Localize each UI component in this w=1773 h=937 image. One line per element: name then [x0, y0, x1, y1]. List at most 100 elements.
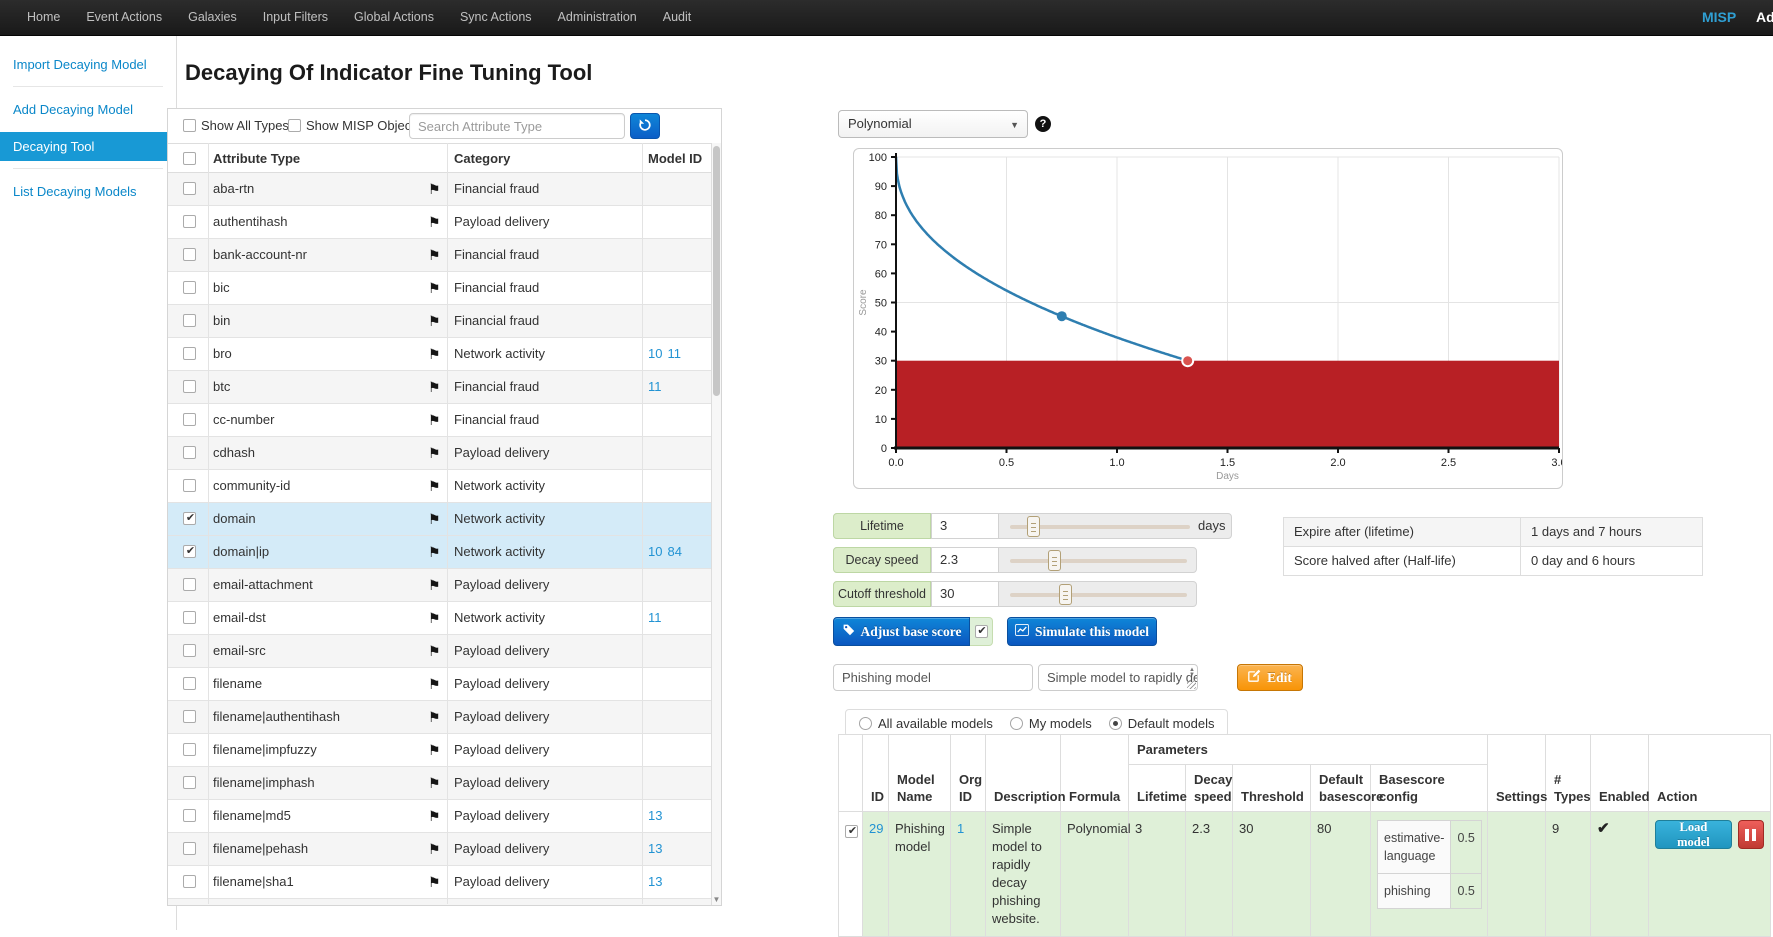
row-checkbox[interactable] [183, 875, 196, 888]
slider-track[interactable] [1010, 525, 1190, 529]
radio-option-all-available-models[interactable]: All available models [859, 716, 993, 731]
flag-icon[interactable]: ⚑ [428, 866, 441, 898]
pause-model-button[interactable] [1738, 820, 1764, 849]
row-checkbox[interactable] [183, 182, 196, 195]
flag-icon[interactable]: ⚑ [428, 404, 441, 436]
model-id-link[interactable]: 11 [648, 610, 662, 625]
flag-icon[interactable]: ⚑ [428, 602, 441, 634]
flag-icon[interactable]: ⚑ [428, 206, 441, 238]
radio-option-my-models[interactable]: My models [1010, 716, 1092, 731]
row-checkbox[interactable] [183, 413, 196, 426]
radio-icon[interactable] [1010, 717, 1023, 730]
slider-value-input[interactable]: 3 [931, 513, 999, 539]
flag-icon[interactable]: ⚑ [428, 734, 441, 766]
formula-select[interactable]: Polynomial ▼ [838, 110, 1028, 138]
sidebar-item-decaying-tool[interactable]: Decaying Tool [0, 132, 176, 161]
models-header-settings[interactable]: Settings [1488, 735, 1546, 812]
table-row[interactable]: filename|imphash ⚑ Payload delivery [168, 767, 711, 800]
flag-icon[interactable]: ⚑ [428, 668, 441, 700]
model-id-link[interactable]: 10 [648, 544, 662, 559]
flag-icon[interactable]: ⚑ [428, 833, 441, 865]
flag-icon[interactable]: ⚑ [428, 569, 441, 601]
models-header-decay-speed[interactable]: Decay speed [1186, 765, 1233, 812]
flag-icon[interactable]: ⚑ [428, 173, 441, 205]
table-row[interactable]: aba-rtn ⚑ Financial fraud [168, 173, 711, 206]
model-id-link[interactable]: 13 [648, 874, 662, 889]
nav-item-audit[interactable]: Audit [650, 0, 705, 34]
decay-chart-svg[interactable]: 01020304050607080901000.00.51.01.52.02.5… [854, 149, 1562, 488]
select-all-checkbox[interactable] [183, 152, 196, 165]
flag-icon[interactable]: ⚑ [428, 371, 441, 403]
model-id-link[interactable]: 10 [648, 346, 662, 361]
table-row[interactable]: domain|ip ⚑ Network activity 1084 [168, 536, 711, 569]
radio-icon[interactable] [1109, 717, 1122, 730]
row-checkbox[interactable] [183, 314, 196, 327]
table-row[interactable]: filename|pehash ⚑ Payload delivery 13 [168, 833, 711, 866]
model-id-link[interactable]: 13 [648, 841, 662, 856]
models-header-name[interactable]: Model Name [889, 735, 951, 812]
table-row[interactable]: filename|md5 ⚑ Payload delivery 13 [168, 800, 711, 833]
adjust-base-score-checkbox[interactable] [975, 625, 988, 638]
models-header-formula[interactable]: Formula [1061, 735, 1129, 812]
row-checkbox[interactable] [183, 281, 196, 294]
flag-icon[interactable]: ⚑ [428, 635, 441, 667]
flag-icon[interactable]: ⚑ [428, 701, 441, 733]
models-header-description[interactable]: Description [986, 735, 1061, 812]
flag-icon[interactable]: ⚑ [428, 800, 441, 832]
model-row-checkbox[interactable] [845, 825, 858, 838]
row-checkbox[interactable] [183, 710, 196, 723]
misp-logo[interactable]: MISP [1702, 9, 1736, 25]
table-row[interactable]: authentihash ⚑ Payload delivery [168, 206, 711, 239]
flag-icon[interactable]: ⚑ [428, 305, 441, 337]
table-row[interactable]: bank-account-nr ⚑ Financial fraud [168, 239, 711, 272]
row-checkbox[interactable] [183, 611, 196, 624]
row-checkbox[interactable] [183, 347, 196, 360]
models-header-default-basescore[interactable]: Default basescore [1311, 765, 1371, 812]
row-checkbox[interactable] [183, 677, 196, 690]
nav-user-menu[interactable]: Admin [1756, 9, 1773, 25]
row-checkbox[interactable] [183, 842, 196, 855]
model-id-link[interactable]: 11 [667, 346, 681, 361]
slider-handle[interactable] [1059, 584, 1072, 605]
table-row[interactable]: bro ⚑ Network activity 1011 [168, 338, 711, 371]
scrollbar-thumb[interactable] [713, 146, 720, 396]
column-header-category[interactable]: Category [454, 151, 510, 166]
models-header-enabled[interactable]: Enabled [1591, 735, 1649, 812]
model-id-link[interactable]: 11 [648, 379, 662, 394]
slider-handle[interactable] [1027, 516, 1040, 537]
search-input[interactable] [409, 113, 625, 139]
flag-icon[interactable]: ⚑ [428, 437, 441, 469]
table-row[interactable]: bic ⚑ Financial fraud [168, 272, 711, 305]
model-id-link[interactable]: 13 [648, 808, 662, 823]
row-checkbox[interactable] [183, 578, 196, 591]
table-row[interactable]: community-id ⚑ Network activity [168, 470, 711, 503]
flag-icon[interactable]: ⚑ [428, 767, 441, 799]
models-header-types[interactable]: # Types [1546, 735, 1591, 812]
help-icon[interactable]: ? [1035, 116, 1051, 132]
simulate-model-button[interactable]: Simulate this model [1007, 617, 1157, 646]
flag-icon[interactable]: ⚑ [428, 536, 441, 568]
table-row[interactable]: filename ⚑ Payload delivery [168, 668, 711, 701]
row-checkbox[interactable] [183, 809, 196, 822]
table-row[interactable]: filename|authentihash ⚑ Payload delivery [168, 701, 711, 734]
table-row[interactable]: cc-number ⚑ Financial fraud [168, 404, 711, 437]
table-row[interactable]: filename|sha1 ⚑ Payload delivery 13 [168, 866, 711, 899]
table-row[interactable]: btc ⚑ Financial fraud 11 [168, 371, 711, 404]
row-checkbox[interactable] [183, 446, 196, 459]
row-checkbox[interactable] [183, 215, 196, 228]
radio-option-default-models[interactable]: Default models [1109, 716, 1215, 731]
flag-icon[interactable]: ⚑ [428, 239, 441, 271]
radio-icon[interactable] [859, 717, 872, 730]
models-header-basescore-config[interactable]: Basescore config [1371, 765, 1488, 812]
refresh-button[interactable] [630, 113, 660, 139]
nav-item-administration[interactable]: Administration [545, 0, 650, 34]
row-checkbox[interactable] [183, 248, 196, 261]
show-all-types-checkbox[interactable] [183, 119, 196, 132]
column-header-model-id[interactable]: Model ID [648, 151, 702, 166]
org-id-link[interactable]: 1 [957, 821, 964, 836]
row-checkbox[interactable] [183, 644, 196, 657]
nav-item-home[interactable]: Home [14, 0, 73, 34]
show-misp-objects-checkbox[interactable] [288, 119, 301, 132]
slider-track[interactable] [1010, 559, 1187, 563]
slider-value-input[interactable]: 2.3 [931, 547, 999, 573]
